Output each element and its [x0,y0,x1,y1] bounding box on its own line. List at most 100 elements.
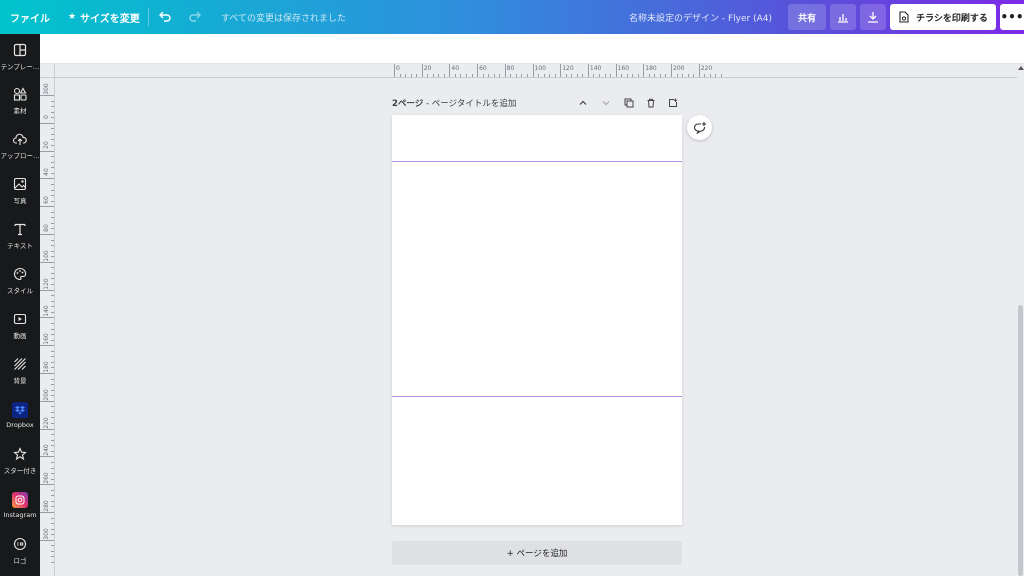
sidebar-item-videos[interactable]: 動画 [0,305,40,345]
ruler-tick-mark [51,395,54,397]
design-page[interactable] [392,115,682,525]
sidebar-item-starred[interactable]: スター付き [0,440,40,480]
add-page-after-button[interactable] [666,96,680,110]
duplicate-page-button[interactable] [622,96,636,110]
move-page-down-button[interactable] [599,96,613,110]
ruler-tick-mark [554,74,556,77]
left-sidebar: テンプレー… 素材 アップロー… 写真 テキスト スタイル 動画 背景 Drop… [0,34,40,576]
ruler-tick-label: 300 [43,528,50,540]
ruler-tick-mark [51,100,54,102]
scroll-up-arrow-icon[interactable] [1018,66,1024,70]
ruler-tick-mark [504,64,506,77]
share-button[interactable]: 共有 [788,4,826,30]
print-flyer-button[interactable]: チラシを印刷する [890,4,996,30]
ruler-tick-mark [621,74,623,77]
undo-button[interactable] [158,0,172,34]
move-page-up-button[interactable] [576,96,590,110]
ruler-tick-mark [51,306,54,308]
ruler-tick-mark [51,217,54,219]
redo-button[interactable] [188,0,202,34]
ruler-tick-mark [576,74,578,77]
ruler-tick-mark [687,74,689,77]
sidebar-item-text[interactable]: テキスト [0,215,40,255]
ruler-tick-mark [565,74,567,77]
sidebar-item-dropbox[interactable]: Dropbox [0,395,40,435]
ruler-tick-mark [51,272,54,274]
ruler-tick-mark [40,428,54,430]
ruler-tick-mark [610,74,612,77]
add-page-icon [669,98,678,107]
ruler-tick-mark [40,261,54,263]
ruler-tick-mark [643,64,645,77]
document-title[interactable]: 名称未設定のデザイン - Flyer (A4) [560,0,772,34]
scrollbar-thumb[interactable] [1018,305,1023,576]
ruler-tick-mark [40,289,54,291]
ruler-tick-mark [51,495,54,497]
insights-button[interactable] [830,4,856,30]
add-comment-button[interactable] [687,115,712,140]
ruler-tick-mark [51,562,54,564]
add-page-button[interactable]: + ページを追加 [392,541,682,565]
guide-line [392,396,682,397]
ruler-tick-mark [582,74,584,77]
ruler-tick-mark [51,334,54,336]
sidebar-item-templates[interactable]: テンプレー… [0,36,40,76]
ruler-tick-mark [416,74,418,77]
ruler-tick-mark [648,74,650,77]
sidebar-item-elements[interactable]: 素材 [0,80,40,120]
ruler-tick-mark [488,74,490,77]
ruler-tick-mark [51,284,54,286]
sidebar-item-label: テンプレー… [0,62,40,71]
video-icon [12,311,28,327]
ruler-tick-mark [521,74,523,77]
ruler-tick-label: 140 [589,65,602,72]
ruler-tick-mark [51,117,54,119]
sidebar-item-label: 素材 [13,106,27,115]
ruler-tick-label: 20 [423,65,432,72]
page-header: 2ページ - ページタイトルを追加 [392,94,682,112]
ruler-tick-mark [51,445,54,447]
sidebar-item-instagram[interactable]: Instagram [0,485,40,525]
ruler-tick-mark [715,74,717,77]
redo-icon [189,11,201,22]
page-title[interactable]: 2ページ - ページタイトルを追加 [392,97,516,109]
delete-page-button[interactable] [644,96,658,110]
ruler-tick-mark [51,311,54,313]
ruler-tick-mark [720,74,722,77]
sidebar-item-label: アップロー… [0,151,40,160]
file-menu-button[interactable]: ファイル [10,0,50,34]
elements-icon [12,86,28,102]
ruler-tick-label: 240 [43,444,50,457]
sidebar-item-uploads[interactable]: アップロー… [0,125,40,165]
ruler-tick-mark [51,450,54,452]
sidebar-item-styles[interactable]: スタイル [0,260,40,300]
sidebar-item-background[interactable]: 背景 [0,350,40,390]
chevron-up-icon [579,100,587,105]
ruler-tick-mark [626,74,628,77]
sidebar-item-label: 写真 [13,196,27,205]
sidebar-item-label: Instagram [3,510,37,519]
ruler-tick-mark [598,74,600,77]
ruler-tick-mark [51,461,54,463]
trash-icon [647,98,655,108]
resize-button[interactable]: ★ サイズを変更 [68,0,140,34]
ruler-tick-mark [665,74,667,77]
ruler-tick-mark [654,74,656,77]
ruler-tick-mark [51,517,54,519]
ruler-tick-label: 140 [43,305,50,318]
ruler-tick-mark [671,64,672,77]
ruler-tick-mark [51,250,54,252]
download-button[interactable] [860,4,886,30]
photo-icon [12,176,28,192]
ruler-tick-mark [538,74,540,77]
ruler-tick-mark [51,239,54,241]
sidebar-item-photos[interactable]: 写真 [0,170,40,210]
ruler-tick-mark [51,222,54,224]
ruler-tick-mark [40,400,54,402]
more-options-button[interactable]: ••• [1000,4,1024,30]
ruler-tick-mark [449,64,451,77]
sidebar-item-logos[interactable]: ロゴ [0,530,40,570]
template-icon [12,42,28,58]
ruler-tick-label: 60 [43,196,50,205]
ruler-tick-mark [604,74,606,77]
